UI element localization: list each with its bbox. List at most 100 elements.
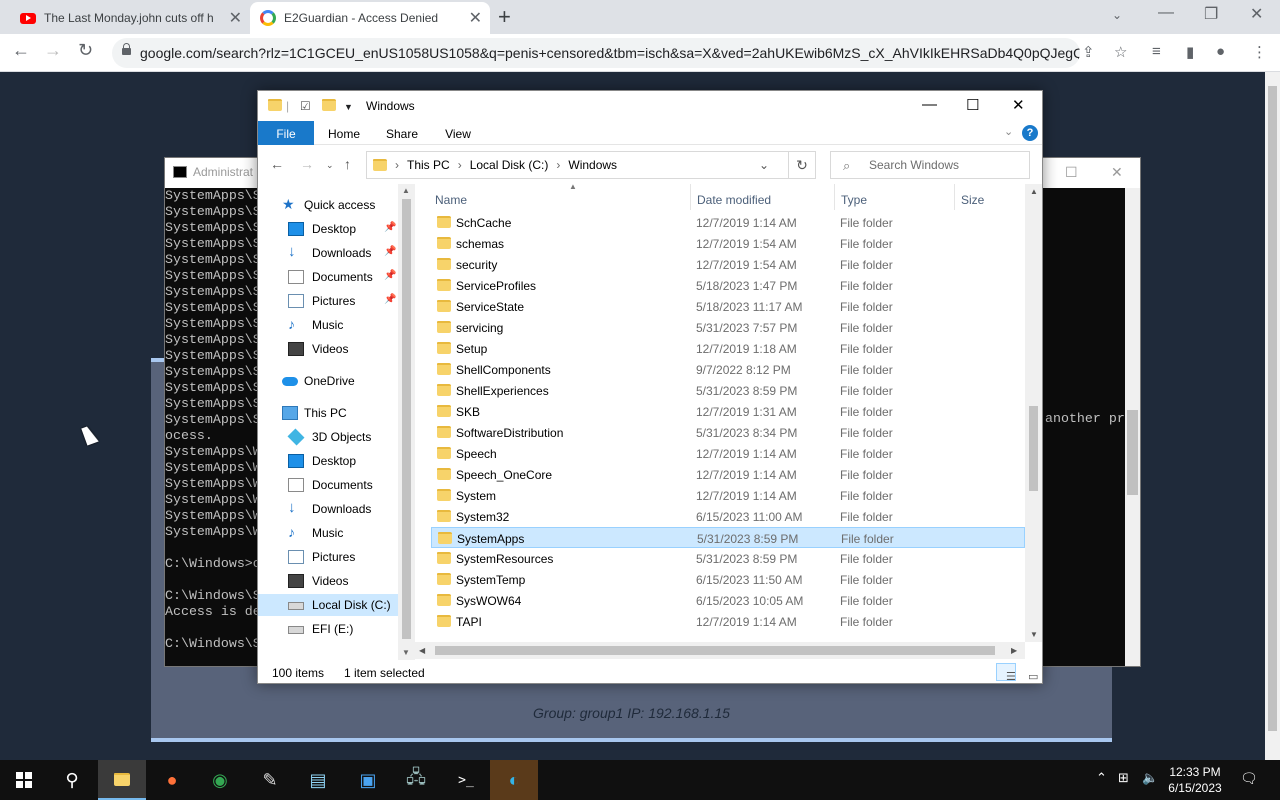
side-panel-icon[interactable]: ▮ <box>1186 43 1194 61</box>
file-row[interactable]: System 12/7/2019 1:14 AM File folder <box>431 485 1025 506</box>
nav-item-desktop[interactable]: Desktop 📌 <box>258 218 398 240</box>
file-row[interactable]: Speech 12/7/2019 1:14 AM File folder <box>431 443 1025 464</box>
column-date[interactable]: Date modified <box>691 184 835 210</box>
breadcrumb-windows[interactable]: Windows <box>568 158 617 172</box>
close-tab-icon[interactable]: ✕ <box>469 8 482 28</box>
scroll-thumb[interactable] <box>435 646 995 655</box>
nav-item-this-pc[interactable]: This PC <box>258 402 398 424</box>
file-row[interactable]: ServiceProfiles 5/18/2023 1:47 PM File fol… <box>431 275 1025 296</box>
file-row[interactable]: TAPI 12/7/2019 1:14 AM File folder <box>431 611 1025 632</box>
scroll-thumb[interactable] <box>1127 410 1138 495</box>
expand-ribbon-icon[interactable]: ⌄ <box>1004 125 1013 138</box>
bookmark-star-icon[interactable]: ☆ <box>1114 43 1127 61</box>
back-icon[interactable]: ← <box>270 156 284 172</box>
customize-toolbar-icon[interactable]: ▼ <box>344 102 353 112</box>
maximize-icon[interactable]: ☐ <box>1065 164 1078 181</box>
show-hidden-icons-icon[interactable]: ⌃ <box>1096 770 1107 786</box>
nav-item-downloads[interactable]: ↓ Downloads 📌 <box>258 242 398 264</box>
nav-item-videos[interactable]: Videos <box>258 570 398 592</box>
file-row[interactable]: SystemApps 5/31/2023 8:59 PM File folder <box>431 527 1025 548</box>
nav-item-desktop[interactable]: Desktop <box>258 450 398 472</box>
share-icon[interactable]: ⇪ <box>1082 43 1095 61</box>
file-row[interactable]: SKB 12/7/2019 1:31 AM File folder <box>431 401 1025 422</box>
nav-item-videos[interactable]: Videos <box>258 338 398 360</box>
scroll-down-icon[interactable]: ▼ <box>402 648 410 657</box>
nav-item-onedrive[interactable]: OneDrive <box>258 370 398 392</box>
close-icon[interactable]: ✕ <box>1012 96 1025 114</box>
column-name[interactable]: Name ▲ <box>429 182 691 210</box>
tab-youtube[interactable]: The Last Monday.john cuts off hi ✕ <box>10 2 250 34</box>
back-icon[interactable]: ← <box>12 40 30 61</box>
close-tab-icon[interactable]: ✕ <box>229 8 242 28</box>
nav-item-documents[interactable]: Documents 📌 <box>258 266 398 288</box>
properties-icon[interactable]: ☑ <box>300 99 311 113</box>
cmd-scrollbar[interactable] <box>1125 188 1140 666</box>
scroll-thumb[interactable] <box>1029 406 1038 491</box>
nav-item-documents[interactable]: Documents <box>258 474 398 496</box>
column-size[interactable]: Size <box>955 184 1025 210</box>
tab-share[interactable]: Share <box>386 121 418 145</box>
file-row[interactable]: SystemTemp 6/15/2023 11:50 AM File folder <box>431 569 1025 590</box>
file-row[interactable]: ShellExperiences 5/31/2023 8:59 PM File fo… <box>431 380 1025 401</box>
taskbar-firefox[interactable]: ● <box>148 760 196 800</box>
chevron-right-icon[interactable]: › <box>458 158 462 172</box>
page-scrollbar[interactable] <box>1265 72 1280 760</box>
large-icons-view-button[interactable]: ▭ <box>1018 663 1038 683</box>
breadcrumb[interactable]: › This PC › Local Disk (C:) › Windows ⌄ <box>366 151 816 179</box>
scroll-right-icon[interactable]: ▶ <box>1011 646 1017 655</box>
refresh-button[interactable]: ↻ <box>788 151 816 179</box>
reading-list-icon[interactable]: ≡ <box>1152 43 1161 60</box>
nav-item-pictures[interactable]: Pictures <box>258 546 398 568</box>
taskbar-edge[interactable]: ◐ <box>490 760 538 800</box>
chevron-right-icon[interactable]: › <box>556 158 560 172</box>
taskbar-photos[interactable]: ▣ <box>344 760 392 800</box>
chevron-right-icon[interactable]: › <box>395 158 399 172</box>
scroll-thumb[interactable] <box>1268 86 1277 731</box>
scroll-up-icon[interactable]: ▲ <box>402 186 410 195</box>
file-row[interactable]: security 12/7/2019 1:54 AM File folder <box>431 254 1025 275</box>
nav-item-quick-access[interactable]: ★ Quick access <box>258 194 398 216</box>
recent-locations-icon[interactable]: ⌄ <box>326 160 334 171</box>
file-row[interactable]: servicing 5/31/2023 7:57 PM File folder <box>431 317 1025 338</box>
network-status-icon[interactable]: ⊞ <box>1118 770 1129 786</box>
taskbar-network[interactable]: 🖧 <box>392 760 440 800</box>
tab-view[interactable]: View <box>444 121 472 145</box>
tab-e2guardian[interactable]: E2Guardian - Access Denied ✕ <box>250 2 490 34</box>
tab-search-icon[interactable]: ⌄ <box>1112 8 1122 22</box>
explorer-title-bar[interactable]: | ☑ ▼ Windows — ☐ ✕ <box>258 91 1042 121</box>
profile-avatar-icon[interactable]: ● <box>1216 43 1225 60</box>
file-row[interactable]: SoftwareDistribution 5/31/2023 8:34 PM Fil… <box>431 422 1025 443</box>
restore-icon[interactable]: ❐ <box>1204 4 1218 24</box>
volume-muted-icon[interactable]: 🔈 <box>1142 770 1158 786</box>
scroll-left-icon[interactable]: ◀ <box>419 646 425 655</box>
nav-scrollbar[interactable]: ▲ ▼ <box>398 184 415 660</box>
file-row[interactable]: System32 6/15/2023 11:00 AM File folder <box>431 506 1025 527</box>
minimize-icon[interactable]: — <box>922 96 937 113</box>
file-row[interactable]: SchCache 12/7/2019 1:14 AM File folder <box>431 212 1025 233</box>
nav-item-local-disk-c[interactable]: Local Disk (C:) <box>258 594 398 616</box>
taskbar-chrome[interactable]: ◉ <box>196 760 244 800</box>
search-button[interactable]: ⚲ <box>48 760 96 800</box>
address-bar[interactable]: google.com/search?rlz=1C1GCEU_enUS1058US… <box>112 38 1080 68</box>
menu-icon[interactable]: ⋮ <box>1252 43 1267 61</box>
nav-item-3d-objects[interactable]: 3D Objects <box>258 426 398 448</box>
forward-icon[interactable]: → <box>44 40 62 61</box>
file-row[interactable]: ShellComponents 9/7/2022 8:12 PM File fold… <box>431 359 1025 380</box>
close-icon[interactable]: ✕ <box>1111 164 1123 181</box>
chevron-down-icon[interactable]: ⌄ <box>759 158 769 172</box>
scroll-up-icon[interactable]: ▲ <box>1030 187 1038 196</box>
nav-item-efi-e[interactable]: EFI (E:) <box>258 618 398 640</box>
nav-item-music[interactable]: ♪ Music <box>258 522 398 544</box>
forward-icon[interactable]: → <box>300 156 314 172</box>
minimize-icon[interactable]: — <box>1158 4 1174 22</box>
notifications-icon[interactable]: 🗨 <box>1240 770 1258 787</box>
scroll-thumb[interactable] <box>402 199 411 639</box>
scroll-down-icon[interactable]: ▼ <box>1030 630 1038 639</box>
new-tab-button[interactable]: + <box>498 4 511 30</box>
file-row[interactable]: schemas 12/7/2019 1:54 AM File folder <box>431 233 1025 254</box>
file-row[interactable]: ServiceState 5/18/2023 11:17 AM File folde… <box>431 296 1025 317</box>
taskbar-paint[interactable]: ✎ <box>246 760 294 800</box>
file-row[interactable]: SystemResources 5/31/2023 8:59 PM File fol… <box>431 548 1025 569</box>
tab-home[interactable]: Home <box>328 121 360 145</box>
start-button[interactable] <box>0 760 48 800</box>
